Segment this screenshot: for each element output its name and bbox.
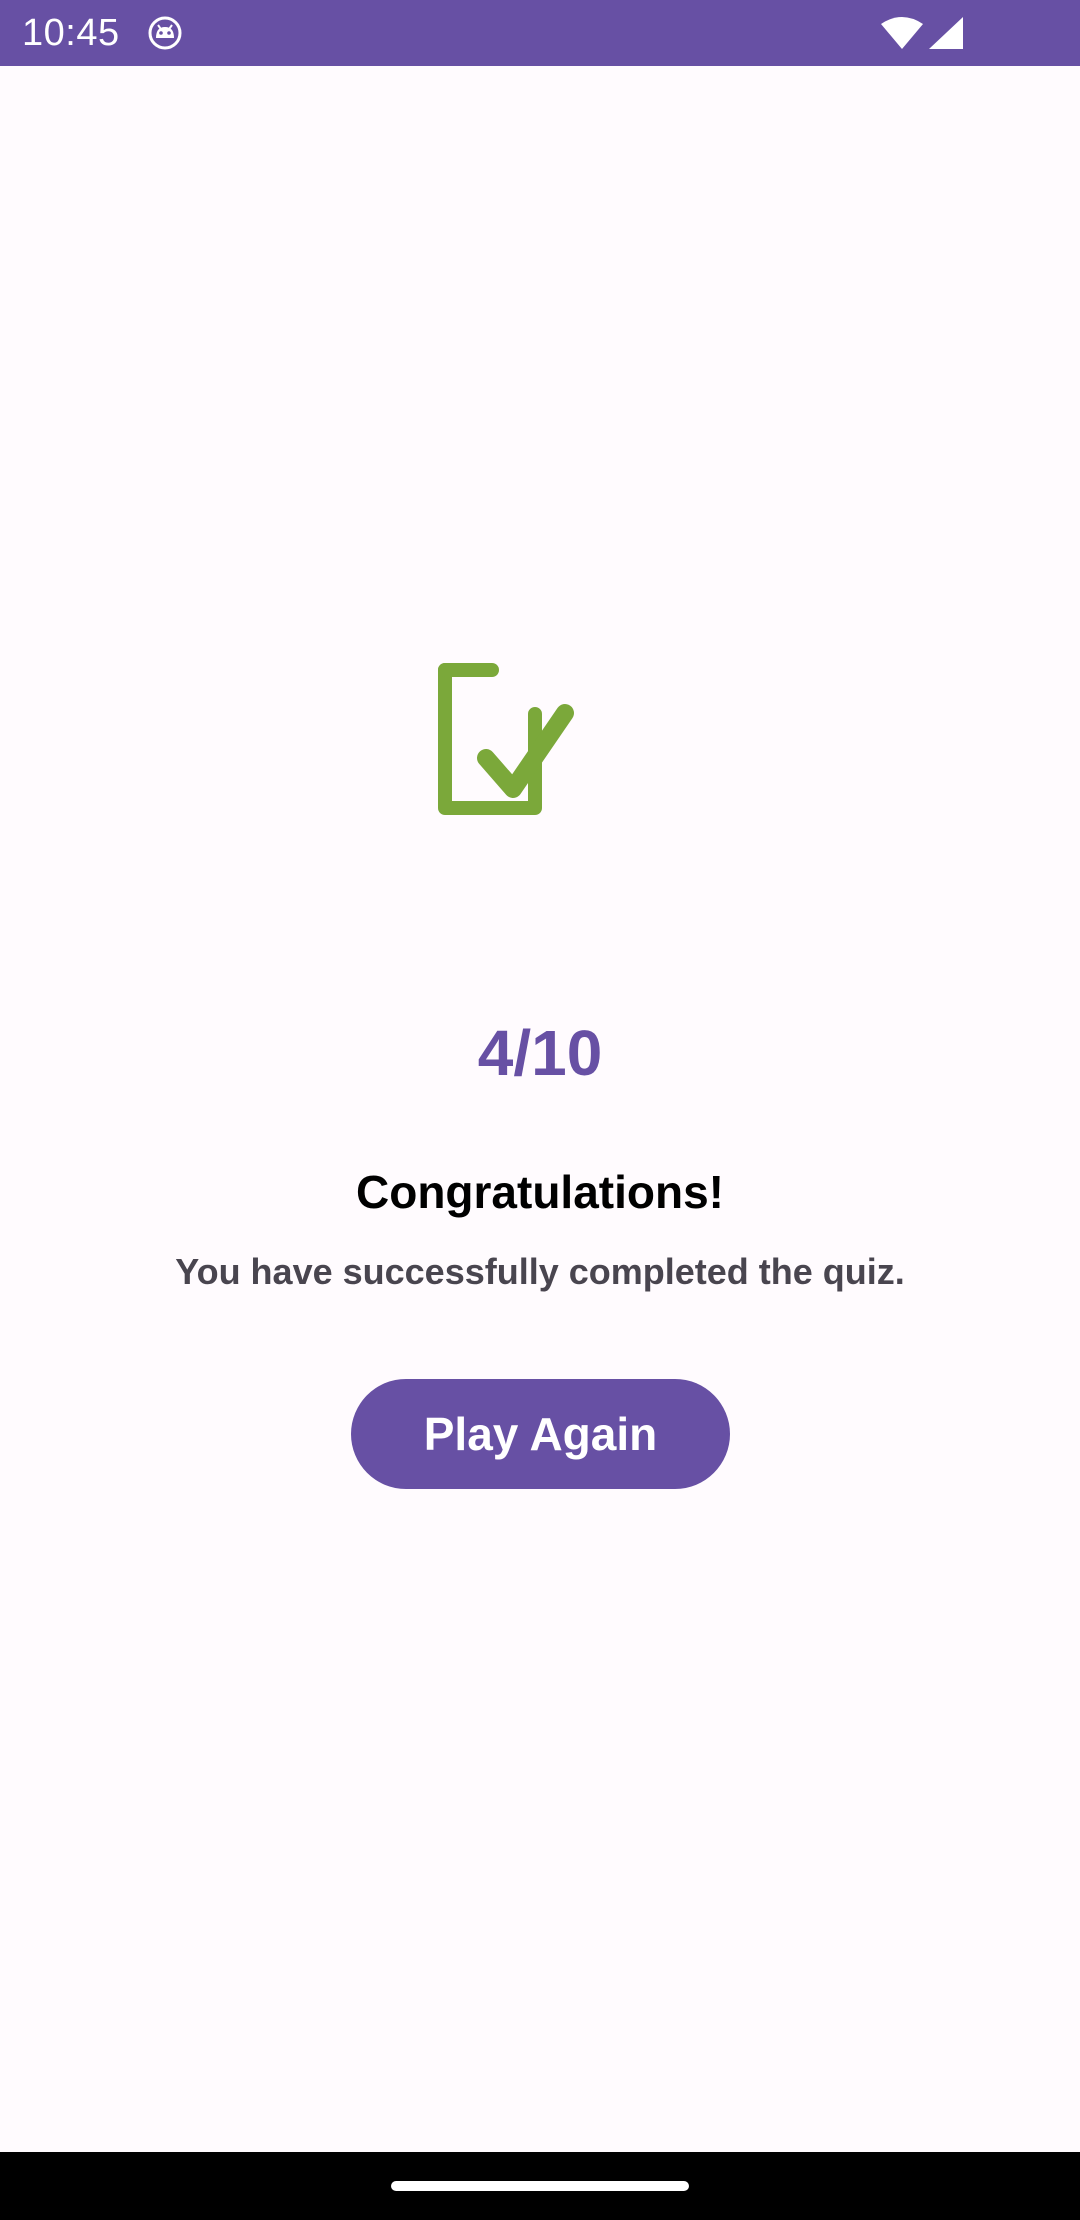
quiz-result-screen	[0, 66, 1080, 2152]
checkbox-checked-icon	[438, 663, 574, 815]
play-again-button[interactable]: Play Again	[351, 1379, 730, 1489]
status-time: 10:45	[22, 12, 120, 54]
android-debug-icon	[148, 16, 182, 50]
score-text: 4/10	[477, 1017, 603, 1089]
gesture-nav-handle[interactable]	[391, 2181, 689, 2191]
wifi-icon	[881, 17, 923, 49]
status-bar: 10:45	[0, 0, 1080, 66]
cell-signal-icon	[929, 17, 963, 49]
completion-message: You have successfully completed the quiz…	[175, 1251, 905, 1292]
congratulations-heading: Congratulations!	[356, 1166, 724, 1218]
